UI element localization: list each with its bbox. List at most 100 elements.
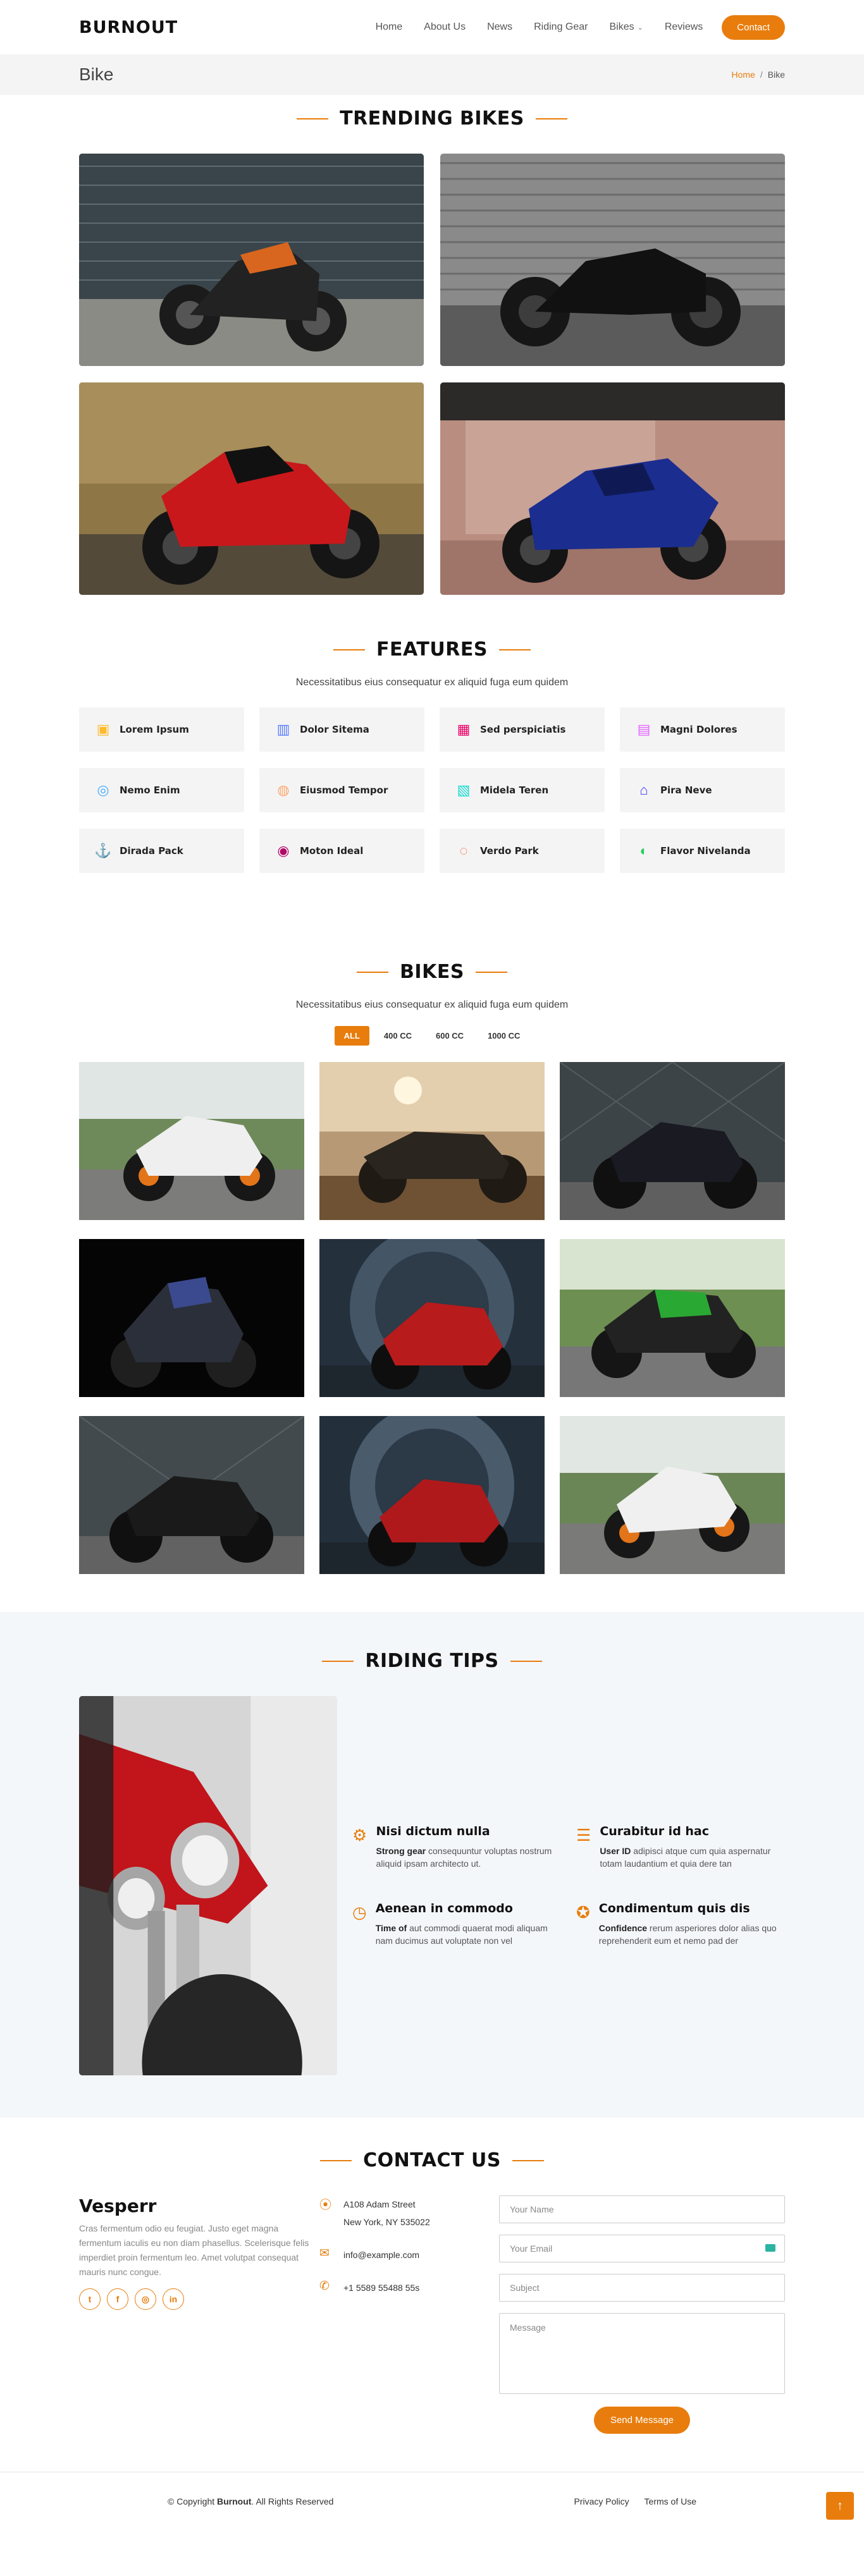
feature-item[interactable]: ⌂ Pira Neve <box>620 768 785 812</box>
calendar-icon: ▦ <box>457 721 471 737</box>
clipboard-icon: ☰ <box>576 1826 591 1845</box>
twitter-icon[interactable]: t <box>79 2288 101 2310</box>
feature-item[interactable]: ▧ Midela Teren <box>440 768 605 812</box>
contact-address: ⦿ A108 Adam Street New York, NY 535022 <box>319 2195 497 2231</box>
logo[interactable]: BURNOUT <box>79 18 178 37</box>
tip-strong: Time of <box>375 1923 407 1933</box>
feature-item[interactable]: ⚓ Dirada Pack <box>79 829 244 873</box>
bike-filters: ALL 400 CC 600 CC 1000 CC <box>79 1026 785 1046</box>
breadcrumb-bar: Bike Home / Bike <box>0 54 864 95</box>
feature-label: Magni Dolores <box>660 724 737 735</box>
filter-600cc[interactable]: 600 CC <box>426 1026 473 1046</box>
title-line-right <box>512 2159 544 2161</box>
file-icon: ▧ <box>457 782 471 798</box>
gallery-item[interactable] <box>79 1416 304 1574</box>
gallery-item[interactable] <box>560 1062 785 1220</box>
terms-of-use-link[interactable]: Terms of Use <box>645 2496 696 2506</box>
broadcast-icon: ◌ <box>459 843 468 858</box>
feature-label: Verdo Park <box>480 845 539 857</box>
gallery-item[interactable] <box>319 1062 545 1220</box>
copyright: © Copyright Burnout. All Rights Reserved <box>168 2496 333 2506</box>
title-line-right <box>498 649 531 650</box>
privacy-policy-link[interactable]: Privacy Policy <box>574 2496 629 2506</box>
award-icon: ✪ <box>576 1903 590 1922</box>
filter-1000cc[interactable]: 1000 CC <box>478 1026 529 1046</box>
tip-text: Confidence rerum asperiores dolor alias … <box>599 1922 785 1947</box>
features-title: FEATURES <box>79 638 785 661</box>
nav-riding-gear[interactable]: Riding Gear <box>534 21 588 33</box>
feature-item[interactable]: ▦ Sed perspiciatis <box>440 707 605 752</box>
bike-photo-black-cruiser <box>440 154 785 366</box>
tips-image <box>79 1696 337 2075</box>
contact-about: Vesperr Cras fermentum odio eu feugiat. … <box>79 2195 319 2434</box>
bike-photo-dark-naked <box>560 1062 785 1220</box>
disc-icon: ◉ <box>277 843 290 858</box>
feature-item[interactable]: ▣ Lorem Ipsum <box>79 707 244 752</box>
gallery-item[interactable] <box>79 1239 304 1397</box>
feature-label: Midela Teren <box>480 784 549 796</box>
tip-item: ☰ Curabitur id hac User ID adipisci atque … <box>576 1824 785 1870</box>
feature-item[interactable]: ◌ Verdo Park <box>440 829 605 873</box>
feature-label: Eiusmod Tempor <box>300 784 388 796</box>
nav-home[interactable]: Home <box>376 21 403 33</box>
nav-reviews[interactable]: Reviews <box>665 21 703 33</box>
title-line-left <box>357 971 389 973</box>
filter-all[interactable]: ALL <box>334 1026 369 1046</box>
feature-item[interactable]: ◐ Flavor Nivelanda <box>620 829 785 873</box>
trending-bike-image[interactable] <box>440 382 785 595</box>
feature-item[interactable]: ▥ Dolor Sitema <box>259 707 424 752</box>
phone-icon: ✆ <box>319 2280 330 2293</box>
nav-news[interactable]: News <box>487 21 512 33</box>
tip-heading: Nisi dictum nulla <box>376 1824 490 1838</box>
features-section: FEATURES Necessitatibus eius consequatur… <box>0 638 864 961</box>
bike-photo-orange <box>79 154 424 366</box>
tip-item: ◷ Aenean in commodo Time of aut commodi qu… <box>352 1901 561 1947</box>
gallery-item[interactable] <box>560 1416 785 1574</box>
email-text[interactable]: info@example.com <box>343 2246 419 2264</box>
scroll-top-button[interactable]: ↑ <box>826 2492 854 2520</box>
gallery-item[interactable] <box>319 1239 545 1397</box>
trending-bike-image[interactable] <box>440 154 785 366</box>
nav-about-us[interactable]: About Us <box>424 21 466 33</box>
contact-button[interactable]: Contact <box>722 15 785 40</box>
send-wrap: Send Message <box>499 2407 785 2434</box>
feature-item[interactable]: ▤ Magni Dolores <box>620 707 785 752</box>
features-subtitle: Necessitatibus eius consequatur ex aliqu… <box>295 677 569 688</box>
feature-item[interactable]: ◎ Nemo Enim <box>79 768 244 812</box>
gallery-item[interactable] <box>79 1062 304 1220</box>
contact-form: Your Name Your Email Subject Message Sen… <box>499 2195 785 2434</box>
trending-bike-image[interactable] <box>79 382 424 595</box>
tip-item: ✪ Condimentum quis dis Confidence rerum as… <box>576 1901 785 1947</box>
envelope-icon: ✉ <box>319 2247 330 2260</box>
page-title: Bike <box>79 64 114 84</box>
tip-body: Nisi dictum nulla Strong gear consequuntu… <box>376 1824 561 1870</box>
feature-item[interactable]: ◉ Moton Ideal <box>259 829 424 873</box>
filter-400cc[interactable]: 400 CC <box>374 1026 421 1046</box>
paint-icon: ▤ <box>637 721 651 737</box>
instagram-icon[interactable]: ◎ <box>135 2288 156 2310</box>
gallery-item[interactable] <box>319 1416 545 1574</box>
copyright-prefix: © Copyright <box>168 2496 218 2506</box>
features-heading: FEATURES <box>376 638 488 661</box>
phone-text[interactable]: +1 5589 55488 55s <box>343 2279 419 2297</box>
nav-bikes-label: Bikes <box>609 21 634 32</box>
linkedin-icon[interactable]: in <box>163 2288 184 2310</box>
title-line-right <box>535 118 567 119</box>
message-field[interactable]: Message <box>499 2313 785 2394</box>
trending-grid <box>79 154 785 595</box>
contact-info: ⦿ A108 Adam Street New York, NY 535022 ✉ … <box>319 2195 497 2434</box>
eye-icon: ▣ <box>96 721 110 737</box>
subject-field[interactable]: Subject <box>499 2274 785 2302</box>
name-field[interactable]: Your Name <box>499 2195 785 2223</box>
feature-item[interactable]: ◍ Eiusmod Tempor <box>259 768 424 812</box>
email-field[interactable]: Your Email <box>499 2235 785 2262</box>
gallery-item[interactable] <box>560 1239 785 1397</box>
send-message-button[interactable]: Send Message <box>593 2407 691 2434</box>
breadcrumb-home-link[interactable]: Home <box>732 70 755 80</box>
tips-body: ⚙ Nisi dictum nulla Strong gear consequunt… <box>79 1696 785 2075</box>
nav-bikes-dropdown[interactable]: Bikes ⌄ <box>609 21 643 33</box>
autofill-icon[interactable] <box>765 2244 775 2252</box>
facebook-icon[interactable]: f <box>107 2288 128 2310</box>
trending-bike-image[interactable] <box>79 154 424 366</box>
gear-icon: ⚙ <box>352 1826 367 1845</box>
